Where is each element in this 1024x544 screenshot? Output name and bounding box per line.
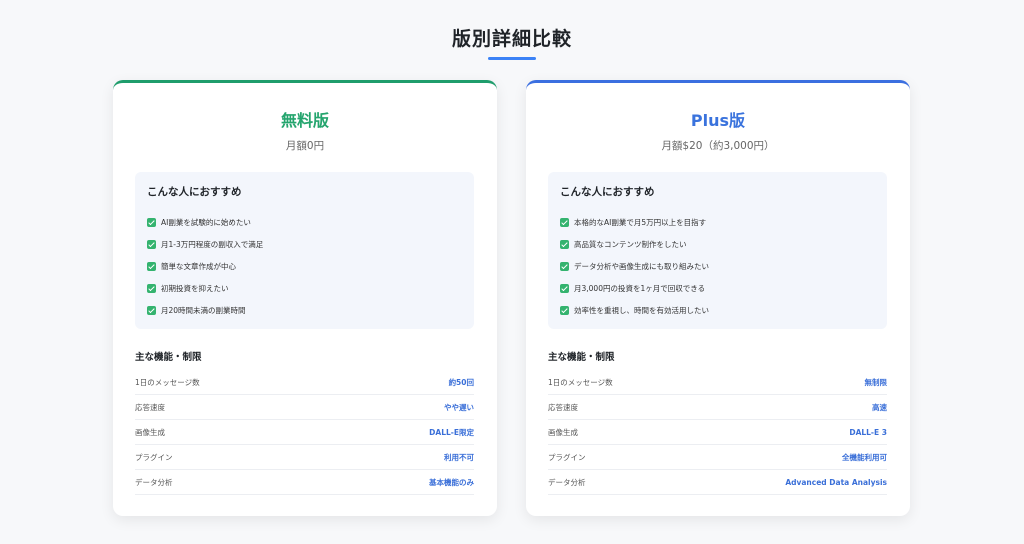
check-icon <box>560 283 569 293</box>
recommend-text: 月3,000円の投資を1ヶ月で回収できる <box>574 283 706 293</box>
feature-label: 応答速度 <box>548 402 578 412</box>
check-icon <box>560 240 569 250</box>
check-icon <box>560 218 569 228</box>
recommend-list: 本格的なAI副業で月5万円以上を目指す 高品質なコンテンツ制作をしたい データ分… <box>560 212 709 321</box>
feature-value: DALL-E限定 <box>429 427 474 437</box>
check-icon <box>560 305 569 315</box>
recommend-heading: こんな人におすすめ <box>147 186 242 198</box>
feature-value: やや遅い <box>444 402 474 412</box>
recommend-item: AI副業を試験的に始めたい <box>147 212 263 234</box>
feature-value: 約50回 <box>448 377 474 387</box>
recommend-item: 月1-3万円程度の副収入で満足 <box>147 234 263 256</box>
recommend-list: AI副業を試験的に始めたい 月1-3万円程度の副収入で満足 簡単な文章作成が中心… <box>147 212 263 321</box>
recommend-box: こんな人におすすめ AI副業を試験的に始めたい 月1-3万円程度の副収入で満足 … <box>135 172 474 329</box>
plan-name: 無料版 <box>280 111 329 130</box>
feature-value: 高速 <box>872 402 887 412</box>
feature-label: データ分析 <box>135 477 173 487</box>
check-icon <box>560 261 569 271</box>
feature-row: データ分析 基本機能のみ <box>135 470 474 495</box>
feature-value: 利用不可 <box>444 452 474 462</box>
recommend-text: 月20時間未満の副業時間 <box>161 305 246 315</box>
recommend-heading: こんな人におすすめ <box>560 186 655 198</box>
page-title: 版別詳細比較 <box>451 28 572 50</box>
features-heading: 主な機能・制限 <box>548 352 615 363</box>
feature-row: プラグイン 利用不可 <box>135 445 474 470</box>
feature-value: DALL-E 3 <box>849 427 887 437</box>
feature-label: データ分析 <box>548 477 586 487</box>
recommend-text: 初期投資を抑えたい <box>161 283 229 293</box>
recommend-text: 月1-3万円程度の副収入で満足 <box>161 240 264 250</box>
recommend-item: 月3,000円の投資を1ヶ月で回収できる <box>560 277 709 299</box>
feature-value: 無制限 <box>864 377 888 387</box>
feature-row: データ分析 Advanced Data Analysis <box>548 470 887 495</box>
recommend-box: こんな人におすすめ 本格的なAI副業で月5万円以上を目指す 高品質なコンテンツ制… <box>548 172 887 329</box>
recommend-item: 効率性を重視し、時間を有効活用したい <box>560 299 709 321</box>
recommend-text: 本格的なAI副業で月5万円以上を目指す <box>574 218 707 228</box>
feature-row: 画像生成 DALL-E限定 <box>135 420 474 445</box>
check-icon <box>147 240 156 250</box>
recommend-item: 初期投資を抑えたい <box>147 277 263 299</box>
title-underline <box>488 57 536 60</box>
recommend-text: データ分析や画像生成にも取り組みたい <box>574 261 709 271</box>
check-icon <box>147 218 156 228</box>
feature-label: 1日のメッセージ数 <box>548 377 613 387</box>
feature-row: 応答速度 高速 <box>548 395 887 420</box>
features-heading: 主な機能・制限 <box>135 352 202 363</box>
recommend-item: 高品質なコンテンツ制作をしたい <box>560 234 709 256</box>
recommend-item: データ分析や画像生成にも取り組みたい <box>560 256 709 278</box>
plan-price: 月額$20（約3,000円） <box>661 140 775 152</box>
check-icon <box>147 305 156 315</box>
feature-value: 基本機能のみ <box>429 477 474 487</box>
feature-value: Advanced Data Analysis <box>785 477 887 487</box>
plan-price: 月額0円 <box>285 140 325 152</box>
feature-label: 1日のメッセージ数 <box>135 377 200 387</box>
recommend-item: 月20時間未満の副業時間 <box>147 299 263 321</box>
feature-row: 画像生成 DALL-E 3 <box>548 420 887 445</box>
feature-row: 1日のメッセージ数 無制限 <box>548 370 887 395</box>
plan-card-plus: Plus版 月額$20（約3,000円） こんな人におすすめ 本格的なAI副業で… <box>526 80 910 516</box>
recommend-item: 簡単な文章作成が中心 <box>147 256 263 278</box>
recommend-text: AI副業を試験的に始めたい <box>161 218 251 228</box>
recommend-text: 高品質なコンテンツ制作をしたい <box>574 240 687 250</box>
feature-label: プラグイン <box>548 452 586 462</box>
feature-value: 全機能利用可 <box>842 452 887 462</box>
feature-row: プラグイン 全機能利用可 <box>548 445 887 470</box>
plan-name: Plus版 <box>690 111 746 130</box>
check-icon <box>147 261 156 271</box>
check-icon <box>147 283 156 293</box>
feature-row: 応答速度 やや遅い <box>135 395 474 420</box>
feature-row: 1日のメッセージ数 約50回 <box>135 370 474 395</box>
features-table: 1日のメッセージ数 無制限 応答速度 高速 画像生成 DALL-E 3 プラグイン 全機… <box>548 370 887 495</box>
feature-label: 応答速度 <box>135 402 165 412</box>
feature-label: 画像生成 <box>548 427 578 437</box>
recommend-text: 簡単な文章作成が中心 <box>161 261 236 271</box>
plan-card-free: 無料版 月額0円 こんな人におすすめ AI副業を試験的に始めたい 月1-3万円程… <box>113 80 497 516</box>
feature-label: プラグイン <box>135 452 173 462</box>
features-table: 1日のメッセージ数 約50回 応答速度 やや遅い 画像生成 DALL-E限定 プラグイ… <box>135 370 474 495</box>
recommend-item: 本格的なAI副業で月5万円以上を目指す <box>560 212 709 234</box>
recommend-text: 効率性を重視し、時間を有効活用したい <box>574 305 709 315</box>
feature-label: 画像生成 <box>135 427 165 437</box>
